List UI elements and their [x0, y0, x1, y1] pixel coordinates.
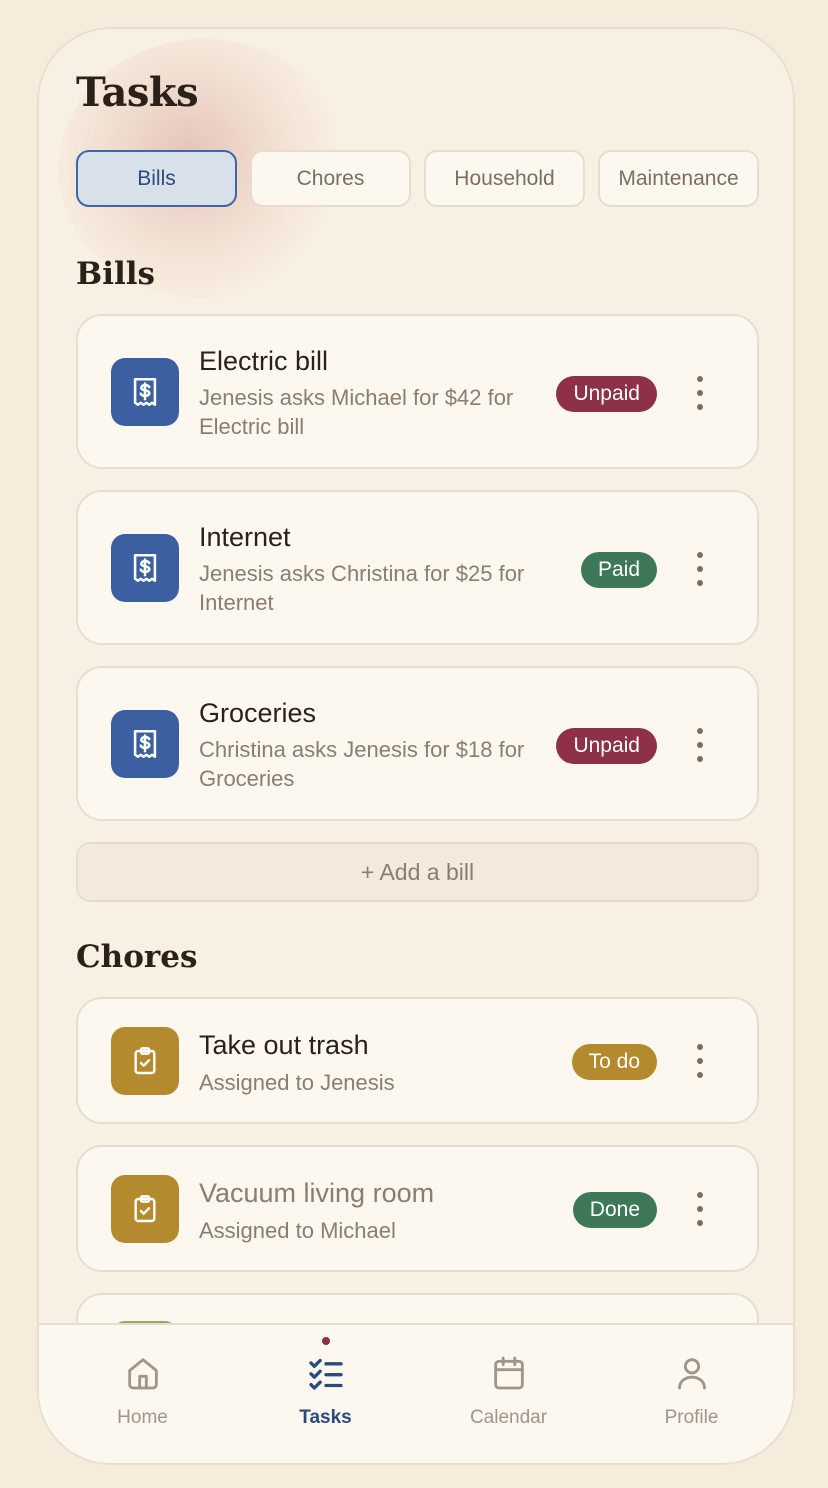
nav-label: Home — [117, 1407, 168, 1428]
status-badge-unpaid: Unpaid — [556, 728, 657, 764]
nav-home[interactable]: Home — [51, 1325, 234, 1463]
page-title: Tasks — [76, 69, 199, 116]
active-indicator — [321, 1337, 330, 1345]
nav-label: Calendar — [469, 1407, 548, 1428]
chore-title: Take out trash — [199, 1030, 369, 1060]
clipboard-check-icon — [111, 1175, 179, 1243]
bill-card-internet[interactable]: Internet Jenesis asks Christina for $25 … — [76, 490, 759, 645]
tab-maintenance[interactable]: Maintenance — [598, 150, 759, 207]
user-icon — [677, 1358, 706, 1390]
more-options-icon[interactable] — [693, 552, 707, 586]
receipt-dollar-icon — [111, 358, 179, 426]
calendar-icon — [493, 1356, 524, 1390]
chores-section-title: Chores — [76, 939, 198, 975]
more-options-icon[interactable] — [693, 728, 707, 762]
tab-household[interactable]: Household — [424, 150, 585, 207]
chore-assignee: Assigned to Jenesis — [199, 1070, 395, 1095]
bill-subtitle: Christina asks Jenesis for $18 for Groce… — [199, 737, 525, 791]
tab-chores[interactable]: Chores — [250, 150, 411, 207]
bill-subtitle: Jenesis asks Michael for $42 for Electri… — [199, 385, 514, 439]
status-badge-done: Done — [572, 1192, 657, 1228]
bill-card-electric[interactable]: Electric bill Jenesis asks Michael for $… — [76, 314, 759, 469]
more-options-icon[interactable] — [693, 1192, 707, 1226]
more-options-icon[interactable] — [693, 1044, 707, 1078]
nav-profile[interactable]: Profile — [600, 1325, 783, 1463]
more-options-icon[interactable] — [693, 376, 707, 410]
app-screen: Tasks Bills Chores Household Maintenance… — [37, 27, 795, 1465]
clipboard-check-icon — [111, 1027, 179, 1095]
nav-calendar[interactable]: Calendar — [417, 1325, 600, 1463]
bills-section-title: Bills — [76, 256, 155, 292]
bill-title: Internet — [199, 522, 291, 552]
home-icon — [127, 1358, 158, 1390]
bill-title: Electric bill — [199, 346, 329, 376]
chore-title: Vacuum living room — [199, 1178, 435, 1208]
tab-bills[interactable]: Bills — [76, 150, 237, 207]
bill-subtitle: Jenesis asks Christina for $25 for Inter… — [199, 561, 525, 615]
tasks-icon — [308, 1358, 343, 1390]
bill-card-groceries[interactable]: Groceries Christina asks Jenesis for $18… — [76, 666, 759, 821]
status-badge-paid: Paid — [580, 552, 657, 588]
status-badge-todo: To do — [571, 1044, 657, 1080]
receipt-dollar-icon — [111, 534, 179, 602]
chore-card-vacuum[interactable]: Vacuum living room Assigned to Michael D… — [76, 1145, 759, 1272]
add-bill-button[interactable]: + Add a bill — [76, 842, 759, 902]
receipt-dollar-icon — [111, 710, 179, 778]
bill-title: Groceries — [199, 698, 317, 728]
bottom-nav: Home Tasks Calendar Profile — [39, 1323, 793, 1463]
status-badge-unpaid: Unpaid — [556, 376, 657, 412]
nav-label: Profile — [664, 1407, 719, 1428]
chore-card-trash[interactable]: Take out trash Assigned to Jenesis To do — [76, 997, 759, 1124]
category-tabs: Bills Chores Household Maintenance — [76, 150, 759, 207]
nav-label: Tasks — [299, 1407, 352, 1428]
chore-assignee: Assigned to Michael — [199, 1218, 396, 1243]
nav-tasks[interactable]: Tasks — [234, 1325, 417, 1463]
